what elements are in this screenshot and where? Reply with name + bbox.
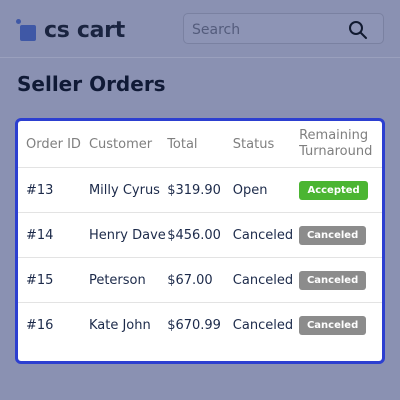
total-cell: $670.99 (167, 317, 221, 333)
cs-cart-logo[interactable]: cs cart (16, 16, 125, 44)
customer-cell: Peterson (88, 257, 168, 303)
total-cell: $67.00 (167, 257, 233, 303)
status-badge: Canceled (299, 270, 367, 290)
total-cell: $319.90 (167, 167, 233, 213)
top-bar: cs cart (0, 0, 400, 58)
order-id-cell[interactable]: #15 (18, 257, 89, 303)
status-cell: Canceled (232, 212, 300, 258)
customer-cell: Kate John (88, 317, 151, 333)
status-badge: Canceled (299, 315, 367, 335)
status-cell: Canceled (232, 317, 294, 333)
table-row[interactable]: #14 Henry Dave $456.00 Canceled Canceled (18, 212, 382, 258)
customer-cell: Henry Dave (88, 212, 168, 258)
order-id-cell[interactable]: #16 (18, 303, 89, 348)
status-cell: Open (232, 167, 300, 213)
table-header-row: Order ID Customer Total Status Remaining… (18, 121, 382, 168)
table-row[interactable]: #15 Peterson $67.00 Canceled Canceled (18, 257, 382, 303)
table-row[interactable]: #16 Kate John $670.99 Canceled Canceled (18, 303, 382, 348)
column-header-total: Total (167, 121, 233, 168)
orders-table: Order ID Customer Total Status Remaining… (18, 121, 382, 347)
order-id-cell[interactable]: #14 (18, 212, 89, 258)
logo-mark-icon (16, 19, 38, 41)
orders-card: Order ID Customer Total Status Remaining… (15, 118, 385, 364)
customer-cell: Milly Cyrus (88, 167, 168, 213)
page-title: Seller Orders (17, 72, 166, 96)
column-header-status: Status (232, 121, 300, 168)
table-row[interactable]: #13 Milly Cyrus $319.90 Open Accepted (18, 167, 382, 213)
logo-text: cs cart (44, 17, 125, 43)
order-id-cell[interactable]: #13 (18, 167, 89, 213)
search-icon[interactable] (348, 20, 368, 40)
status-badge: Accepted (299, 180, 369, 200)
status-badge: Canceled (299, 225, 367, 245)
search-box[interactable] (183, 13, 384, 44)
column-header-order-id: Order ID (18, 121, 89, 168)
status-cell: Canceled (232, 257, 300, 303)
column-header-remaining-turnaround: Remaining Turnaround (299, 121, 382, 168)
total-cell: $456.00 (167, 212, 233, 258)
column-header-customer: Customer (88, 121, 168, 168)
search-input[interactable] (190, 19, 344, 41)
